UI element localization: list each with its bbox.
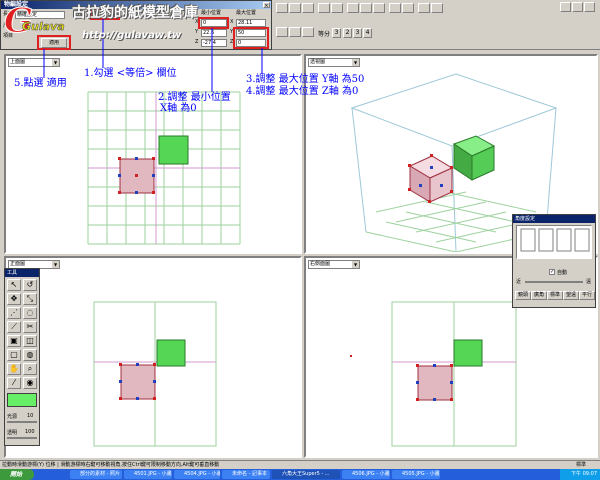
extrude-tool-icon[interactable]: ◫: [23, 335, 37, 347]
knife-tool-icon[interactable]: ✂: [23, 321, 37, 333]
annotation-step2-line2: X軸 為0: [160, 103, 197, 114]
auto-checkbox[interactable]: ✓: [549, 269, 555, 275]
taskbar: 開始 部分的素材 - 照片 4501.JPG - 小畫家 4504.JPG - …: [0, 469, 600, 480]
move-tool-icon[interactable]: ✥: [7, 293, 21, 305]
green-cube-3d: [452, 135, 496, 181]
front-view-canvas: [93, 301, 217, 447]
rotate-tool-icon[interactable]: ↺: [23, 279, 37, 291]
angle-panel-titlebar[interactable]: 角度設定: [513, 215, 595, 223]
green-cube-side: [453, 339, 483, 367]
eyedropper-tool-icon[interactable]: ⁄: [7, 377, 21, 389]
selected-cube-front: [120, 364, 156, 400]
annotation-step5: 5.點選 適用: [14, 78, 67, 89]
watermark-url: http://gulavaw.tw: [82, 30, 182, 41]
sphere-tool-icon[interactable]: ◍: [23, 349, 37, 361]
alpha-slider[interactable]: [7, 437, 37, 439]
edge-tool-icon[interactable]: ⟋: [7, 321, 21, 333]
tool-panel: 工具 ↖ ↺ ✥ ⤡ ⋰ ◌ ⟋ ✂ ▣ ◫ ▢ ◍ ✋ ⌕ ⁄ ◉ 光源 10…: [4, 268, 40, 446]
distance-slider[interactable]: [525, 281, 583, 283]
wide-button[interactable]: 廣角: [531, 291, 547, 300]
angle-panel: 角度設定 ✓ 自動 近 遠 鏡頭 廣角 標準 望遠 平行: [512, 214, 596, 308]
alpha-label: 透明: [7, 430, 18, 436]
tray-clock: 下午 09:07: [571, 471, 597, 477]
status-bar: 拉動時滑動游標(Y) 位移 | 滑動游標時右鍵可移動視角,按住Ctrl鍵可限制移…: [0, 460, 600, 469]
task-button-7[interactable]: 4505.JPG - 小畫家: [392, 470, 440, 479]
tool-panel-titlebar[interactable]: 工具: [5, 269, 39, 277]
annotation-step1: 1.勾選 <等倍> 欄位: [84, 68, 177, 79]
task-button-5[interactable]: 六角大王Super5 - ...: [272, 470, 340, 479]
color-swatch[interactable]: [7, 393, 37, 407]
watermark-logo-text: Gulava: [22, 20, 65, 33]
watermark-site-name: 古拉豹的紙模型倉庫: [72, 5, 198, 21]
zoom-tool-icon[interactable]: ⌕: [23, 363, 37, 375]
box-tool-icon[interactable]: ▢: [7, 349, 21, 361]
far-label: 遠: [586, 279, 592, 285]
task-button-3[interactable]: 4504.JPG - 小畫家: [174, 470, 220, 479]
green-cube-front: [156, 339, 186, 367]
status-text: 拉動時滑動游標(Y) 位移 | 滑動游標時右鍵可移動視角,按住Ctrl鍵可限制移…: [2, 462, 220, 468]
origin-marker: [350, 355, 352, 357]
auto-label: 自動: [557, 270, 568, 276]
task-button-2[interactable]: 4501.JPG - 小畫家: [124, 470, 172, 479]
lens-button[interactable]: 鏡頭: [515, 291, 531, 300]
task-button-4[interactable]: 未命名 - 記事本: [222, 470, 270, 479]
paint-tool-icon[interactable]: ◉: [23, 377, 37, 389]
selected-cube-3d: [408, 155, 454, 203]
face-tool-icon[interactable]: ▣: [7, 335, 21, 347]
select-tool-icon[interactable]: ↖: [7, 279, 21, 291]
hand-tool-icon[interactable]: ✋: [7, 363, 21, 375]
scale-tool-icon[interactable]: ⤡: [23, 293, 37, 305]
annotation-step3: 3.調整 最大位置 Y軸 為50: [246, 74, 365, 85]
task-button-6[interactable]: 4506.JPG - 小畫家: [342, 470, 390, 479]
status-right-text: 標準: [575, 462, 586, 468]
telephoto-button[interactable]: 望遠: [563, 291, 579, 300]
angle-panel-title: 角度設定: [515, 216, 536, 222]
standard-button[interactable]: 標準: [547, 291, 563, 300]
task-button-1[interactable]: 部分的素材 - 照片: [70, 470, 122, 479]
annotation-step4: 4.調整 最大位置 Z軸 為0: [246, 86, 359, 97]
near-label: 近: [516, 279, 522, 285]
parallel-button[interactable]: 平行: [579, 291, 595, 300]
start-button[interactable]: 開始: [0, 469, 34, 480]
light-label: 光源: [7, 414, 18, 420]
system-tray: 下午 09:07: [560, 469, 600, 480]
green-cube-top: [158, 135, 189, 165]
front-view-viewport[interactable]: 正面圖 ▼: [4, 256, 302, 458]
lasso-tool-icon[interactable]: ◌: [23, 307, 37, 319]
selected-cube-side: [417, 365, 453, 401]
watermark-logo: G Gulava: [4, 2, 65, 42]
vertex-tool-icon[interactable]: ⋰: [7, 307, 21, 319]
light-slider[interactable]: [7, 421, 37, 423]
tool-panel-title: 工具: [7, 270, 18, 276]
angle-preview-svg: [520, 228, 590, 252]
light-value: 10: [27, 413, 34, 419]
angle-preview[interactable]: [516, 225, 592, 259]
alpha-value: 100: [25, 429, 35, 435]
